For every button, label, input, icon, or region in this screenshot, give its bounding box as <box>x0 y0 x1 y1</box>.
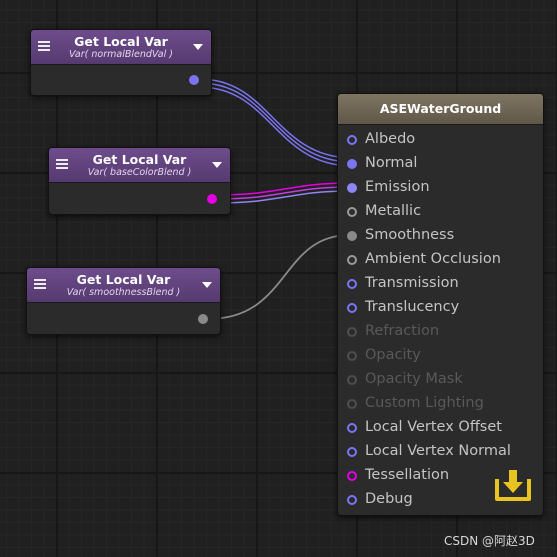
output-port[interactable] <box>189 75 199 85</box>
input-pin-icon[interactable] <box>347 447 357 457</box>
master-node[interactable]: ASEWaterGround Albedo Normal Emission Metal… <box>337 93 544 516</box>
dropdown-arrow-icon[interactable] <box>212 162 222 168</box>
input-label: Local Vertex Normal <box>365 443 511 459</box>
input-label: Metallic <box>365 203 422 219</box>
input-port-row[interactable]: Normal <box>338 153 538 175</box>
node-title: Get Local Var <box>76 272 171 287</box>
menu-icon[interactable] <box>56 159 68 169</box>
input-pin-icon[interactable] <box>347 207 357 217</box>
input-port-row[interactable]: Opacity <box>338 345 538 367</box>
node-subtitle: Var( normalBlendVal ) <box>69 49 173 60</box>
input-port-row[interactable]: Refraction <box>338 321 538 343</box>
input-pin-icon[interactable] <box>347 255 357 265</box>
input-port-row[interactable]: Opacity Mask <box>338 369 538 391</box>
dropdown-arrow-icon[interactable] <box>193 44 203 50</box>
input-pin-icon[interactable] <box>347 135 357 145</box>
input-port-row[interactable]: Transmission <box>338 273 538 295</box>
node-title: Get Local Var <box>74 34 168 49</box>
input-port-row[interactable]: Local Vertex Offset <box>338 417 538 439</box>
input-label: Translucency <box>365 299 460 315</box>
input-port-row[interactable]: Ambient Occlusion <box>338 249 538 271</box>
node-header[interactable]: Get Local Var Var( smoothnessBlend ) <box>27 268 220 303</box>
get-local-var-node-smoothness[interactable]: Get Local Var Var( smoothnessBlend ) <box>26 267 221 335</box>
input-pin-icon[interactable] <box>347 423 357 433</box>
input-pin-icon[interactable] <box>347 231 357 241</box>
input-port-row[interactable]: Custom Lighting <box>338 393 538 415</box>
input-port-row[interactable]: Metallic <box>338 201 538 223</box>
input-pin-icon[interactable] <box>347 327 357 337</box>
input-label: Tessellation <box>365 467 450 483</box>
get-local-var-node-normal[interactable]: Get Local Var Var( normalBlendVal ) <box>30 29 212 96</box>
input-pin-icon[interactable] <box>347 279 357 289</box>
input-label: Ambient Occlusion <box>365 251 501 267</box>
output-port[interactable] <box>198 314 208 324</box>
input-port-row[interactable]: Smoothness <box>338 225 538 247</box>
input-label: Smoothness <box>365 227 455 243</box>
input-pin-icon[interactable] <box>347 495 357 505</box>
input-label: Transmission <box>365 275 459 291</box>
input-port-row[interactable]: Translucency <box>338 297 538 319</box>
input-pin-icon[interactable] <box>347 159 357 169</box>
node-header[interactable]: Get Local Var Var( baseColorBlend ) <box>49 148 230 183</box>
get-local-var-node-basecolor[interactable]: Get Local Var Var( baseColorBlend ) <box>48 147 231 215</box>
watermark-text: CSDN @阿赵3D <box>444 534 535 548</box>
input-label: Custom Lighting <box>365 395 484 411</box>
node-subtitle: Var( baseColorBlend ) <box>87 167 192 178</box>
input-label: Opacity Mask <box>365 371 463 387</box>
menu-icon[interactable] <box>38 41 50 51</box>
input-pin-icon[interactable] <box>347 351 357 361</box>
output-port[interactable] <box>207 194 217 204</box>
input-label: Normal <box>365 155 418 171</box>
input-pin-icon[interactable] <box>347 399 357 409</box>
input-label: Albedo <box>365 131 416 147</box>
input-label: Opacity <box>365 347 421 363</box>
menu-icon[interactable] <box>34 279 46 289</box>
input-pin-icon[interactable] <box>347 183 357 193</box>
input-label: Debug <box>365 491 413 507</box>
input-label: Emission <box>365 179 430 195</box>
input-port-row[interactable]: Albedo <box>338 129 538 151</box>
input-label: Refraction <box>365 323 440 339</box>
node-title: Get Local Var <box>92 152 187 167</box>
dropdown-arrow-icon[interactable] <box>202 282 212 288</box>
input-port-row[interactable]: Emission <box>338 177 538 199</box>
input-pin-icon[interactable] <box>347 471 357 481</box>
input-pin-icon[interactable] <box>347 303 357 313</box>
download-tray-icon[interactable] <box>494 467 532 503</box>
input-port-row[interactable]: Local Vertex Normal <box>338 441 538 463</box>
input-pin-icon[interactable] <box>347 375 357 385</box>
input-label: Local Vertex Offset <box>365 419 502 435</box>
node-header[interactable]: Get Local Var Var( normalBlendVal ) <box>31 30 211 65</box>
node-subtitle: Var( smoothnessBlend ) <box>66 287 181 298</box>
master-node-title: ASEWaterGround <box>338 94 543 125</box>
